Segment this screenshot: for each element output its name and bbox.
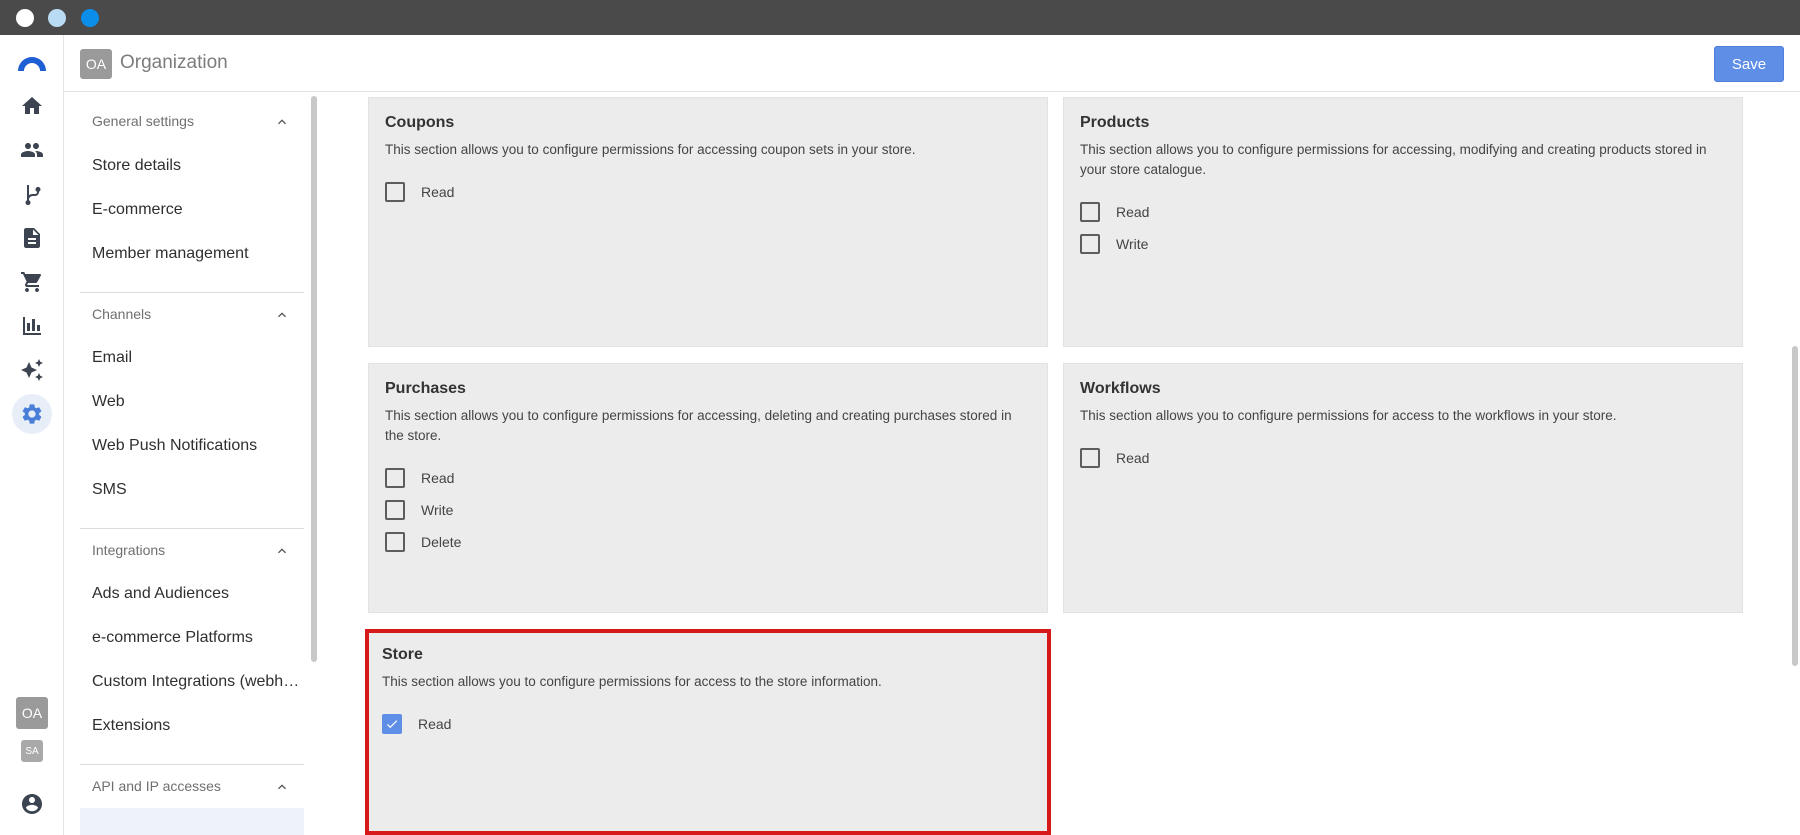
permission-card-workflows: Workflows This section allows you to con… <box>1063 363 1743 613</box>
nav-group-title: General settings <box>92 113 194 129</box>
sidebar-item-custom-integrations[interactable]: Custom Integrations (webhooks) <box>80 660 304 704</box>
checkmark-icon <box>386 720 398 729</box>
sidebar-item-ecommerce-platforms[interactable]: e-commerce Platforms <box>80 616 304 660</box>
chart-icon[interactable] <box>12 306 52 346</box>
people-icon[interactable] <box>12 130 52 170</box>
nav-group-header[interactable]: General settings <box>80 100 304 144</box>
permissions-content: Coupons This section allows you to confi… <box>320 92 1800 835</box>
window-minimize-dot[interactable] <box>48 9 66 27</box>
sidebar-item-store-details[interactable]: Store details <box>80 144 304 188</box>
permission-label: Delete <box>421 534 462 550</box>
sidebar-item-selected[interactable] <box>80 808 304 835</box>
permission-read[interactable]: Read <box>382 708 1034 740</box>
window-titlebar <box>0 0 1800 35</box>
window-maximize-dot[interactable] <box>81 9 99 27</box>
read-checkbox[interactable] <box>385 182 405 202</box>
permission-label: Read <box>421 470 455 486</box>
permission-card-coupons: Coupons This section allows you to confi… <box>368 97 1048 347</box>
sidebar-item-member-management[interactable]: Member management <box>80 232 304 276</box>
permission-label: Read <box>418 716 452 732</box>
sidebar-item-sms[interactable]: SMS <box>80 468 304 512</box>
sidebar-scrollbar[interactable] <box>311 96 317 662</box>
logo-icon[interactable] <box>12 43 52 83</box>
permission-read[interactable]: Read <box>385 462 1031 494</box>
page-header: OA Organization Save <box>64 35 1800 92</box>
nav-group-general-settings: General settings Store details E-commerc… <box>80 100 304 276</box>
permission-label: Write <box>1116 236 1149 252</box>
chevron-up-icon <box>274 307 290 323</box>
delete-checkbox[interactable] <box>385 532 405 552</box>
permission-read[interactable]: Read <box>1080 442 1726 474</box>
sidebar-item-e-commerce[interactable]: E-commerce <box>80 188 304 232</box>
nav-group-header[interactable]: Channels <box>80 292 304 336</box>
permission-delete[interactable]: Delete <box>385 526 1031 558</box>
sidebar-item-ads-audiences[interactable]: Ads and Audiences <box>80 572 304 616</box>
nav-group-integrations: Integrations Ads and Audiences e-commerc… <box>80 528 304 748</box>
read-checkbox[interactable] <box>385 468 405 488</box>
document-icon[interactable] <box>12 218 52 258</box>
card-title: Workflows <box>1080 380 1161 397</box>
home-icon[interactable] <box>12 86 52 126</box>
card-title: Store <box>382 646 423 663</box>
window-close-dot[interactable] <box>16 9 34 27</box>
permission-write[interactable]: Write <box>1080 228 1726 260</box>
chevron-up-icon <box>274 114 290 130</box>
page-title: Organization <box>120 52 228 73</box>
card-description: This section allows you to configure per… <box>1080 142 1707 177</box>
cart-icon[interactable] <box>12 262 52 302</box>
card-description: This section allows you to configure per… <box>1080 408 1617 423</box>
write-checkbox[interactable] <box>385 500 405 520</box>
permission-label: Write <box>421 502 454 518</box>
org-avatar: OA <box>80 49 112 79</box>
sidebar-item-extensions[interactable]: Extensions <box>80 704 304 748</box>
permission-read[interactable]: Read <box>1080 196 1726 228</box>
permission-label: Read <box>1116 450 1150 466</box>
gear-icon[interactable] <box>12 394 52 434</box>
nav-group-api-ip-accesses: API and IP accesses <box>80 764 304 835</box>
nav-group-title: Integrations <box>92 542 166 558</box>
card-title: Coupons <box>385 114 455 131</box>
card-title: Products <box>1080 114 1150 131</box>
sidebar-item-email[interactable]: Email <box>80 336 304 380</box>
card-description: This section allows you to configure per… <box>382 674 882 689</box>
sidebar-item-web-push[interactable]: Web Push Notifications <box>80 424 304 468</box>
app-rail: OA SA <box>0 35 64 835</box>
content-scrollbar[interactable] <box>1792 346 1798 666</box>
workspace-badge-oa[interactable]: OA <box>16 697 48 729</box>
sidebar-item-web[interactable]: Web <box>80 380 304 424</box>
permission-label: Read <box>421 184 455 200</box>
chevron-up-icon <box>274 779 290 795</box>
nav-group-header[interactable]: API and IP accesses <box>80 764 304 808</box>
card-title: Purchases <box>385 380 466 397</box>
branch-icon[interactable] <box>12 174 52 214</box>
write-checkbox[interactable] <box>1080 234 1100 254</box>
settings-sidebar: General settings Store details E-commerc… <box>64 92 320 835</box>
account-icon[interactable] <box>12 784 52 824</box>
card-description: This section allows you to configure per… <box>385 408 1012 443</box>
read-checkbox[interactable] <box>382 714 402 734</box>
permission-label: Read <box>1116 204 1150 220</box>
sparkle-icon[interactable] <box>12 350 52 390</box>
chevron-up-icon <box>274 543 290 559</box>
nav-group-title: Channels <box>92 306 152 322</box>
card-description: This section allows you to configure per… <box>385 142 916 157</box>
read-checkbox[interactable] <box>1080 202 1100 222</box>
workspace-badge-sa[interactable]: SA <box>21 740 43 762</box>
read-checkbox[interactable] <box>1080 448 1100 468</box>
permission-card-store: Store This section allows you to configu… <box>365 629 1051 835</box>
permission-write[interactable]: Write <box>385 494 1031 526</box>
permission-read[interactable]: Read <box>385 176 1031 208</box>
nav-group-channels: Channels Email Web Web Push Notification… <box>80 292 304 512</box>
nav-group-title: API and IP accesses <box>92 778 221 794</box>
save-button[interactable]: Save <box>1714 46 1784 82</box>
permission-card-products: Products This section allows you to conf… <box>1063 97 1743 347</box>
nav-group-header[interactable]: Integrations <box>80 528 304 572</box>
permission-card-purchases: Purchases This section allows you to con… <box>368 363 1048 613</box>
